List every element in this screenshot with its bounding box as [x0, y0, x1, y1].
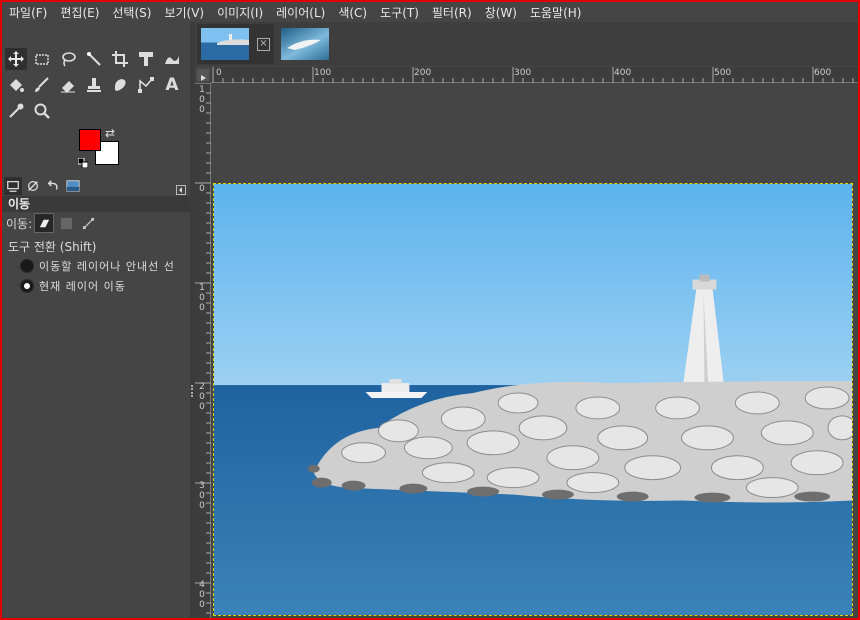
ruler-label: 1 0 0 [199, 85, 205, 115]
toolbox: A ⇄ 이동 이동: 도구 전환 (Shift) 이동할 레이어나 안내선 선 … [2, 22, 190, 618]
unified-transform-icon[interactable] [135, 48, 157, 70]
menu-edit[interactable]: 편집(E) [53, 4, 105, 21]
radio-move-active-layer[interactable] [20, 279, 34, 293]
menu-image[interactable]: 이미지(I) [210, 4, 269, 21]
image-tab-2[interactable] [277, 24, 333, 64]
move-layer-button[interactable] [34, 213, 55, 233]
ruler-label: 0 [199, 184, 205, 194]
rect-select-icon[interactable] [31, 48, 53, 70]
move-path-button[interactable] [78, 213, 98, 233]
dock-tabs [4, 176, 188, 196]
option-pick-layer[interactable]: 이동할 레이어나 안내선 선 [20, 258, 175, 274]
image-canvas-area[interactable] [211, 83, 858, 618]
undo-history-tab-icon[interactable] [44, 177, 62, 195]
warp-transform-icon[interactable] [161, 48, 183, 70]
move-tool-icon[interactable] [5, 48, 27, 70]
menu-layer[interactable]: 레이어(L) [269, 4, 331, 21]
option-move-active-layer-label: 현재 레이어 이동 [39, 280, 126, 293]
ruler-label: 4 0 0 [199, 580, 205, 610]
move-mode-row: 이동: [6, 212, 98, 234]
menu-tools[interactable]: 도구(T) [373, 4, 425, 21]
text-tool-icon[interactable]: A [161, 74, 183, 96]
menu-select[interactable]: 선택(S) [105, 4, 157, 21]
crop-tool-icon[interactable] [109, 48, 131, 70]
horizontal-ruler[interactable]: 0 100 200 300 400 500 600 [211, 67, 858, 83]
menu-windows[interactable]: 창(W) [478, 4, 523, 21]
close-tab-icon[interactable]: × [257, 37, 270, 51]
image-tabs: × [195, 22, 858, 66]
fuzzy-select-icon[interactable] [83, 48, 105, 70]
menu-help[interactable]: 도움말(H) [523, 4, 588, 21]
ruler-label: 0 [216, 68, 222, 78]
move-mode-label: 이동: [6, 216, 33, 231]
quick-mask-corner-icon[interactable] [197, 69, 209, 81]
bucket-fill-icon[interactable] [5, 74, 27, 96]
move-selection-button[interactable] [56, 213, 76, 233]
radio-pick-layer[interactable] [20, 259, 34, 273]
swap-colors-icon[interactable]: ⇄ [105, 126, 115, 140]
image-canvas[interactable] [213, 183, 853, 616]
menu-view[interactable]: 보기(V) [157, 4, 210, 21]
clone-tool-icon[interactable] [83, 74, 105, 96]
image-thumbnail-2 [281, 28, 329, 60]
ruler-label: 1 0 0 [199, 283, 205, 313]
tool-options-tab-icon[interactable] [4, 177, 22, 195]
tool-options-title: 이동 [2, 196, 190, 212]
foreground-color-swatch[interactable] [79, 129, 101, 151]
image-thumbnail-1 [201, 28, 249, 60]
option-move-active-layer[interactable]: 현재 레이어 이동 [20, 278, 126, 294]
reset-colors-icon[interactable] [77, 153, 89, 169]
ruler-label: 3 0 0 [199, 481, 205, 511]
paintbrush-icon[interactable] [31, 74, 53, 96]
menu-filters[interactable]: 필터(R) [425, 4, 478, 21]
dock-menu-icon[interactable] [176, 180, 186, 195]
zoom-tool-icon[interactable] [31, 100, 53, 122]
menu-colors[interactable]: 색(C) [331, 4, 373, 21]
image-tab-1[interactable]: × [197, 24, 274, 64]
device-status-tab-icon[interactable] [24, 177, 42, 195]
images-tab-icon[interactable] [64, 177, 82, 195]
lasso-select-icon[interactable] [57, 48, 79, 70]
paths-tool-icon[interactable] [135, 74, 157, 96]
menu-file[interactable]: 파일(F) [2, 4, 53, 21]
ruler-label: 200 [414, 68, 432, 78]
smudge-tool-icon[interactable] [109, 74, 131, 96]
ruler-label: 600 [814, 68, 832, 78]
ruler-label: 500 [714, 68, 732, 78]
option-pick-layer-label: 이동할 레이어나 안내선 선 [39, 260, 175, 273]
tool-toggle-label: 도구 전환 (Shift) [8, 240, 97, 254]
ruler-label: 400 [614, 68, 632, 78]
ruler-label: 300 [514, 68, 532, 78]
vertical-ruler[interactable]: 1 0 0 0 1 0 0 2 0 0 3 0 0 4 0 0 [195, 83, 211, 618]
ruler-label: 100 [314, 68, 332, 78]
menu-bar: 파일(F) 편집(E) 선택(S) 보기(V) 이미지(I) 레이어(L) 색(… [2, 2, 858, 22]
ruler-label: 2 0 0 [199, 382, 205, 412]
color-picker-icon[interactable] [5, 100, 27, 122]
eraser-icon[interactable] [57, 74, 79, 96]
